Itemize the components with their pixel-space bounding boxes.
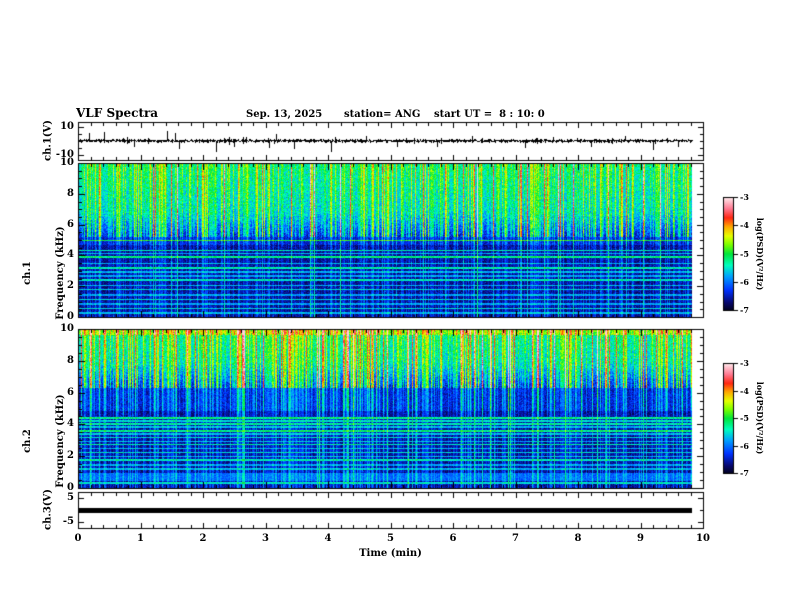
x-tick-label: 9 — [637, 533, 644, 544]
ch3-ytick-label: -5 — [62, 516, 74, 527]
colorbar1-psd-label: log(PSD)(V²/Hz) — [755, 217, 765, 291]
colorbar-tick-label: -3 — [740, 358, 749, 368]
colorbar-tick-label: -4 — [740, 220, 749, 230]
x-tick-label: 1 — [137, 533, 144, 544]
spec-ytick-label: 10 — [60, 323, 74, 334]
spec-ytick-label: 6 — [67, 387, 74, 398]
ch2-axis-line1: ch.2 — [22, 429, 33, 453]
x-tick-label: 2 — [199, 533, 207, 544]
x-tick-label: 10 — [696, 533, 710, 544]
x-tick-label: 3 — [262, 533, 269, 544]
colorbar-tick-label: -3 — [740, 192, 749, 202]
spec-ytick-label: 2 — [67, 280, 74, 291]
spec-ytick-label: 2 — [67, 450, 74, 461]
x-tick-label: 6 — [449, 533, 457, 544]
time-axis-label: Time (min) — [359, 548, 422, 559]
colorbar-tick-label: -6 — [740, 277, 749, 287]
colorbar-tick-label: -7 — [740, 305, 749, 315]
colorbar-tick-label: -5 — [740, 249, 749, 259]
colorbar-tick-label: -4 — [740, 386, 749, 396]
plot-canvas — [0, 0, 792, 612]
spec-ytick-label: 0 — [67, 311, 74, 322]
ch1-axis-line1: ch.1 — [22, 261, 33, 285]
x-tick-label: 8 — [574, 533, 582, 544]
spec-ytick-label: 8 — [67, 355, 74, 366]
ch1-ytick-label: 10 — [60, 121, 74, 132]
x-tick-label: 7 — [512, 533, 519, 544]
page-title: VLF Spectra — [76, 106, 159, 120]
colorbar2-psd-label: log(PSD)(V²/Hz) — [755, 381, 765, 455]
title-date: Sep. 13, 2025 — [246, 109, 323, 120]
spec-ytick-label: 10 — [60, 157, 74, 168]
spec-ytick-label: 4 — [67, 418, 74, 429]
colorbar-tick-label: -6 — [740, 441, 749, 451]
spec-ytick-label: 6 — [67, 219, 74, 230]
vlf-spectra-page: VLF Spectra Sep. 13, 2025 station= ANG s… — [0, 0, 792, 612]
spec-ytick-label: 8 — [67, 188, 74, 199]
ch3-ytick-label: 5 — [67, 492, 74, 503]
x-tick-label: 5 — [387, 533, 394, 544]
title-start-ut: start UT = 8 : 10: 0 — [434, 109, 545, 120]
x-tick-label: 0 — [74, 533, 82, 544]
colorbar-tick-label: -7 — [740, 468, 749, 478]
colorbar-tick-label: -5 — [740, 413, 749, 423]
title-station: station= ANG — [344, 109, 421, 120]
spec-ytick-label: 4 — [67, 249, 74, 260]
x-tick-label: 4 — [324, 533, 332, 544]
